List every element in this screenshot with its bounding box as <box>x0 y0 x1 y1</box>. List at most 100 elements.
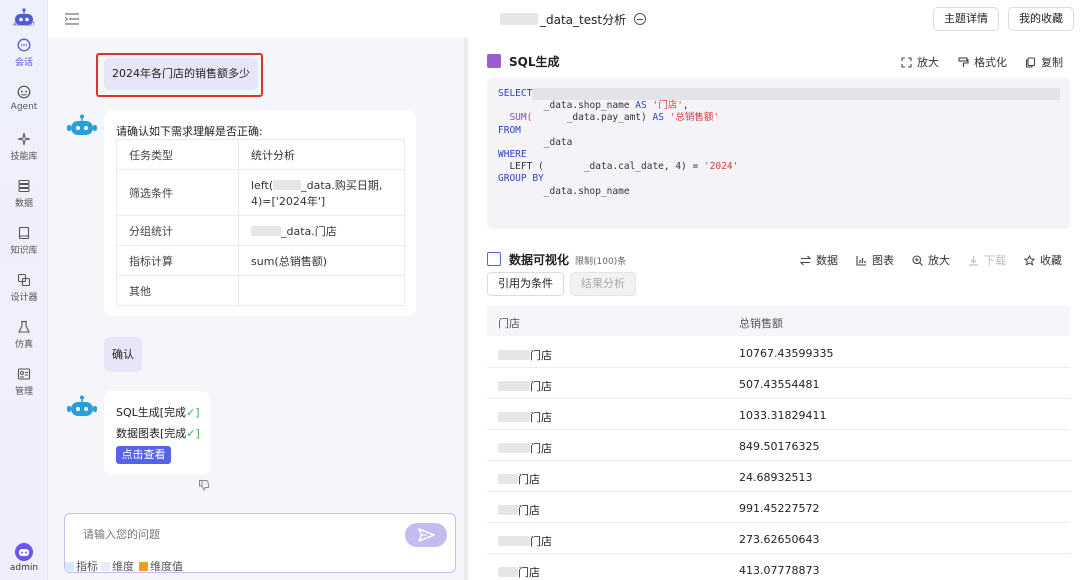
thumbs-down-icon[interactable] <box>198 479 210 491</box>
legend-dimension: 维度 <box>101 558 134 574</box>
sql-format-button[interactable]: 格式化 <box>958 54 1007 70</box>
topic-details-button[interactable]: 主题详情 <box>933 7 999 31</box>
table-value: left(_data.购买日期, 4)=['2024年'] <box>238 169 405 216</box>
amount-cell: 991.45227572 <box>739 502 820 515</box>
agent-icon <box>17 85 31 99</box>
viz-zoom-button[interactable]: 放大 <box>912 252 950 268</box>
question-input[interactable] <box>83 528 383 541</box>
legend-metric: 指标 <box>65 558 98 574</box>
check-icon: ✓] <box>186 427 200 440</box>
left-nav: AIAXBOT 会话 Agent 技能库 数据 知识库 设计器 仿真 管理 ad… <box>0 0 48 580</box>
nav-label: 仿真 <box>14 340 33 350</box>
table-row: 任务类型 统计分析 <box>116 139 405 170</box>
viz-section-icon <box>487 252 501 266</box>
nav-item-data[interactable]: 数据 <box>0 179 48 209</box>
bar-chart-icon <box>856 255 866 266</box>
view-result-button[interactable]: 点击查看 <box>116 446 171 464</box>
chart-view-button[interactable]: 图表 <box>856 252 894 268</box>
shop-cell: 门店 <box>498 533 552 549</box>
download-icon <box>969 255 978 266</box>
sparkle-icon <box>17 132 31 146</box>
sql-zoom-button[interactable]: 放大 <box>901 54 939 70</box>
nav-label: 管理 <box>14 387 33 397</box>
sql-copy-button[interactable]: 复制 <box>1025 54 1063 70</box>
bot-avatar-icon <box>67 395 97 416</box>
flask-icon <box>18 320 30 333</box>
use-as-condition-button[interactable]: 引用为条件 <box>487 272 564 296</box>
status-sql: SQL生成[完成✓] <box>116 406 200 419</box>
table-row: 门店 273.62650643 <box>487 523 1070 554</box>
row-limit-label: 限制(100)条 <box>575 257 627 267</box>
page-title: _data_test分析 <box>500 11 647 27</box>
nav-item-admin[interactable]: 管理 <box>0 367 48 397</box>
nav-item-skills[interactable]: 技能库 <box>0 132 48 162</box>
amount-cell: 10767.43599335 <box>739 347 834 360</box>
table-key: 筛选条件 <box>116 169 239 216</box>
highlight-box <box>96 53 263 97</box>
table-value: sum(总销售额) <box>238 245 405 276</box>
nav-item-simulation[interactable]: 仿真 <box>0 320 48 350</box>
amount-cell: 1033.31829411 <box>739 409 827 422</box>
download-button[interactable]: 下载 <box>968 252 1006 268</box>
shop-cell: 门店 <box>498 378 552 394</box>
data-view-button[interactable]: 数据 <box>800 252 838 268</box>
shop-cell: 门店 <box>498 347 552 363</box>
table-row: 门店 849.50176325 <box>487 430 1070 461</box>
column-header-shop: 门店 <box>498 317 520 330</box>
confirm-title: 请确认如下需求理解是否正确: <box>116 125 263 138</box>
chat-icon <box>17 38 31 52</box>
result-analysis-button[interactable]: 结果分析 <box>570 272 636 296</box>
shop-cell: 门店 <box>498 440 552 456</box>
swap-icon <box>800 255 811 265</box>
user-confirm-bubble: 确认 <box>104 337 142 372</box>
legend-swatch <box>101 561 110 571</box>
table-row: 筛选条件 left(_data.购买日期, 4)=['2024年'] <box>116 169 405 216</box>
nav-label: 数据 <box>14 199 33 209</box>
shop-cell: 门店 <box>498 502 540 518</box>
sql-section-title: SQL生成 <box>509 55 560 69</box>
designer-icon <box>17 273 31 287</box>
nav-item-agent[interactable]: Agent <box>0 85 48 112</box>
copy-icon <box>1025 56 1036 68</box>
table-row: 指标计算 sum(总销售额) <box>116 245 405 276</box>
nav-item-designer[interactable]: 设计器 <box>0 273 48 303</box>
redacted-text <box>251 225 281 236</box>
redacted-text <box>500 13 538 25</box>
send-icon <box>418 528 435 542</box>
column-header-amount: 总销售额 <box>739 317 783 330</box>
nav-item-knowledge[interactable]: 知识库 <box>0 226 48 256</box>
table-value: 统计分析 <box>238 139 405 170</box>
more-options-icon[interactable] <box>634 13 647 25</box>
check-icon: ✓] <box>186 406 200 419</box>
book-icon <box>18 226 30 240</box>
table-row: 门店 1033.31829411 <box>487 399 1070 430</box>
result-table-header: 门店 总销售额 <box>487 306 1070 336</box>
my-favorites-button[interactable]: 我的收藏 <box>1008 7 1074 31</box>
nav-item-chat[interactable]: 会话 <box>0 38 48 68</box>
amount-cell: 507.43554481 <box>739 378 820 391</box>
table-key: 任务类型 <box>116 139 239 170</box>
format-brush-icon <box>958 56 969 67</box>
redacted-text <box>273 179 302 190</box>
legend-swatch <box>139 561 148 571</box>
table-value <box>238 275 405 306</box>
bot-avatar-icon <box>67 114 97 135</box>
confirm-table: 任务类型 统计分析 筛选条件 left(_data.购买日期, 4)=['202… <box>116 139 405 306</box>
favorite-button[interactable]: 收藏 <box>1024 252 1062 268</box>
expand-icon <box>901 56 912 68</box>
table-row: 门店 413.07778873 <box>487 554 1070 580</box>
question-input-box: 指标 维度 维度值 <box>64 513 456 573</box>
shop-cell: 门店 <box>498 471 540 487</box>
database-icon <box>18 179 30 193</box>
table-row: 门店 24.68932513 <box>487 461 1070 492</box>
avatar[interactable] <box>15 543 33 561</box>
table-row: 其他 <box>116 275 405 306</box>
nav-label: 会话 <box>14 58 33 68</box>
star-icon <box>1024 254 1035 266</box>
table-row: 门店 507.43554481 <box>487 368 1070 399</box>
nav-label: Agent <box>10 102 38 112</box>
nav-label: 知识库 <box>10 246 38 256</box>
amount-cell: 24.68932513 <box>739 471 813 484</box>
send-button[interactable] <box>405 523 447 547</box>
collapse-menu-icon[interactable] <box>65 13 79 25</box>
